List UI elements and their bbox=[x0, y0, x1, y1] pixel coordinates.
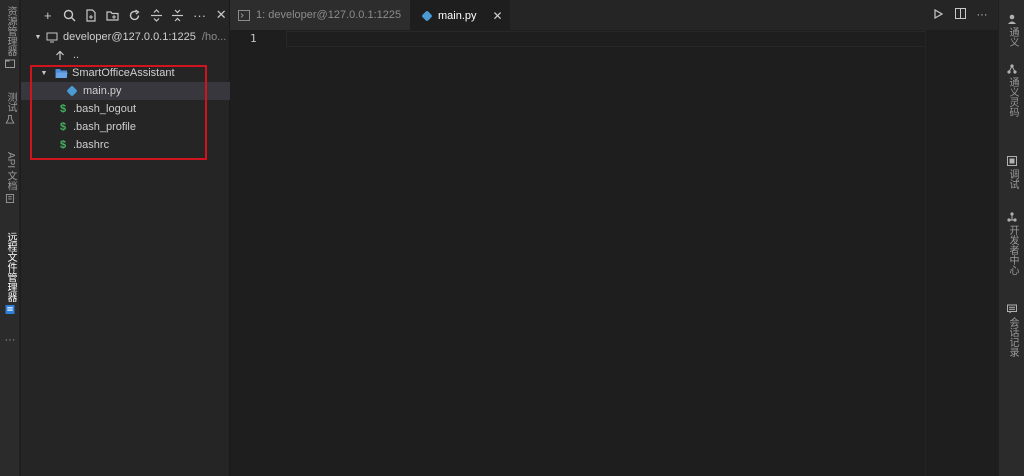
dev-center-icon bbox=[1007, 212, 1017, 222]
run-button[interactable] bbox=[930, 8, 946, 22]
tree-file-bash-profile[interactable]: $ .bash_profile bbox=[21, 118, 230, 136]
search-icon bbox=[63, 9, 76, 21]
tree-file-label: main.py bbox=[83, 85, 122, 97]
tree-root-label: developer@127.0.0.1:1225 bbox=[63, 31, 196, 43]
close-tab-button[interactable]: ✕ bbox=[493, 9, 503, 23]
right-activity-dev-center-label: 开发者中心 bbox=[1007, 225, 1018, 275]
activity-more-button[interactable]: ··· bbox=[2, 334, 18, 346]
activity-api-docs-label: API 文档 bbox=[5, 152, 16, 191]
new-folder-button[interactable] bbox=[104, 6, 122, 24]
editor-tab-bar: 1: developer@127.0.0.1:1225 main.py ✕ ··… bbox=[230, 0, 998, 30]
more-actions-button[interactable]: ··· bbox=[191, 6, 209, 24]
remote-explorer-sidebar: + ··· ✕ ▼ developer@127.0.0.1:1225 /ho..… bbox=[21, 0, 230, 476]
close-sidebar-button[interactable]: ✕ bbox=[212, 6, 230, 24]
code-editor[interactable]: 1 bbox=[230, 30, 998, 476]
collapse-icon bbox=[172, 9, 184, 21]
new-folder-icon bbox=[106, 10, 119, 21]
right-activity-tongyi[interactable]: 通义 bbox=[1004, 14, 1020, 47]
chevron-down-icon: ▼ bbox=[34, 33, 42, 41]
remote-explorer-icon bbox=[5, 305, 15, 314]
tree-file-label: .bash_profile bbox=[73, 121, 136, 133]
refresh-icon bbox=[129, 8, 140, 20]
refresh-button[interactable] bbox=[126, 6, 144, 24]
folder-open-icon bbox=[55, 68, 68, 78]
activity-explorer[interactable]: 资源管理器 bbox=[2, 6, 18, 68]
collapse-all-button[interactable] bbox=[169, 6, 187, 24]
new-file-button[interactable] bbox=[82, 6, 100, 24]
activity-remote-explorer-label: 远程文件管理器 bbox=[5, 232, 16, 302]
expand-all-button[interactable] bbox=[147, 6, 165, 24]
right-activity-chat-history-label: 会话记录 bbox=[1007, 317, 1018, 357]
python-file-icon bbox=[67, 86, 77, 96]
chevron-down-icon: ▼ bbox=[40, 69, 48, 77]
network-icon bbox=[1007, 64, 1017, 74]
activity-explorer-label: 资源管理器 bbox=[5, 6, 16, 56]
tree-file-bashrc[interactable]: $ .bashrc bbox=[21, 136, 230, 154]
expand-icon bbox=[150, 8, 162, 22]
activity-test-label: 测试 bbox=[5, 92, 16, 112]
search-button[interactable] bbox=[61, 6, 79, 24]
tree-folder-smartofficeassistant[interactable]: ▼ SmartOfficeAssistant bbox=[21, 64, 230, 82]
file-explorer-icon bbox=[5, 59, 15, 68]
chat-icon bbox=[1007, 304, 1017, 314]
tree-parent-dir[interactable]: .. bbox=[21, 46, 230, 64]
tree-parent-label: .. bbox=[73, 49, 80, 61]
left-activity-bar: 资源管理器 测试 API 文档 远程文件管理器 ··· bbox=[0, 0, 20, 476]
tree-file-main-py[interactable]: main.py bbox=[21, 82, 230, 100]
tab-terminal[interactable]: 1: developer@127.0.0.1:1225 bbox=[230, 0, 410, 30]
python-file-icon bbox=[422, 10, 432, 21]
debug-icon bbox=[1007, 156, 1017, 166]
right-activity-chat-history[interactable]: 会话记录 bbox=[1004, 304, 1020, 357]
right-activity-tongyi-label: 通义 bbox=[1007, 27, 1018, 47]
arrow-up-icon bbox=[56, 50, 64, 60]
book-icon bbox=[5, 193, 15, 203]
editor-scrollbar[interactable] bbox=[925, 30, 926, 476]
tab-terminal-label: 1: developer@127.0.0.1:1225 bbox=[256, 9, 402, 21]
tab-main-py[interactable]: main.py ✕ bbox=[410, 0, 510, 30]
current-line-highlight bbox=[286, 31, 926, 47]
terminal-icon bbox=[238, 9, 250, 21]
right-activity-bar: 通义 通义灵码 调试 开发者中心 会话记录 bbox=[998, 0, 1024, 476]
tree-root[interactable]: ▼ developer@127.0.0.1:1225 /ho... bbox=[21, 28, 230, 46]
shell-file-icon: $ bbox=[59, 121, 67, 133]
tree-file-label: .bash_logout bbox=[73, 103, 136, 115]
activity-test[interactable]: 测试 bbox=[2, 92, 18, 124]
new-file-icon bbox=[86, 8, 96, 22]
right-activity-lingma-label: 通义灵码 bbox=[1007, 77, 1018, 117]
sidebar-toolbar: + ··· ✕ bbox=[21, 0, 230, 30]
right-activity-dev-center[interactable]: 开发者中心 bbox=[1004, 212, 1020, 275]
add-button[interactable]: + bbox=[39, 6, 57, 24]
editor-more-button[interactable]: ··· bbox=[974, 9, 990, 21]
tree-file-label: .bashrc bbox=[73, 139, 110, 151]
tree-root-path: /ho... bbox=[201, 31, 227, 43]
shell-file-icon: $ bbox=[59, 139, 67, 151]
tree-folder-label: SmartOfficeAssistant bbox=[72, 67, 175, 79]
editor-actions: ··· bbox=[930, 0, 998, 30]
split-editor-button[interactable] bbox=[952, 8, 968, 22]
right-activity-lingma[interactable]: 通义灵码 bbox=[1004, 64, 1020, 117]
monitor-icon bbox=[46, 32, 58, 42]
activity-remote-explorer[interactable]: 远程文件管理器 bbox=[2, 232, 18, 314]
tongyi-icon bbox=[1008, 14, 1016, 24]
line-number: 1 bbox=[250, 32, 257, 45]
split-editor-icon bbox=[954, 8, 966, 19]
flask-icon bbox=[5, 115, 15, 124]
tab-main-label: main.py bbox=[438, 9, 477, 22]
right-activity-debug-label: 调试 bbox=[1007, 169, 1018, 189]
shell-file-icon: $ bbox=[59, 103, 67, 115]
right-activity-debug[interactable]: 调试 bbox=[1004, 156, 1020, 189]
tree-file-bash-logout[interactable]: $ .bash_logout bbox=[21, 100, 230, 118]
activity-api-docs[interactable]: API 文档 bbox=[2, 152, 18, 203]
play-icon bbox=[933, 8, 943, 19]
